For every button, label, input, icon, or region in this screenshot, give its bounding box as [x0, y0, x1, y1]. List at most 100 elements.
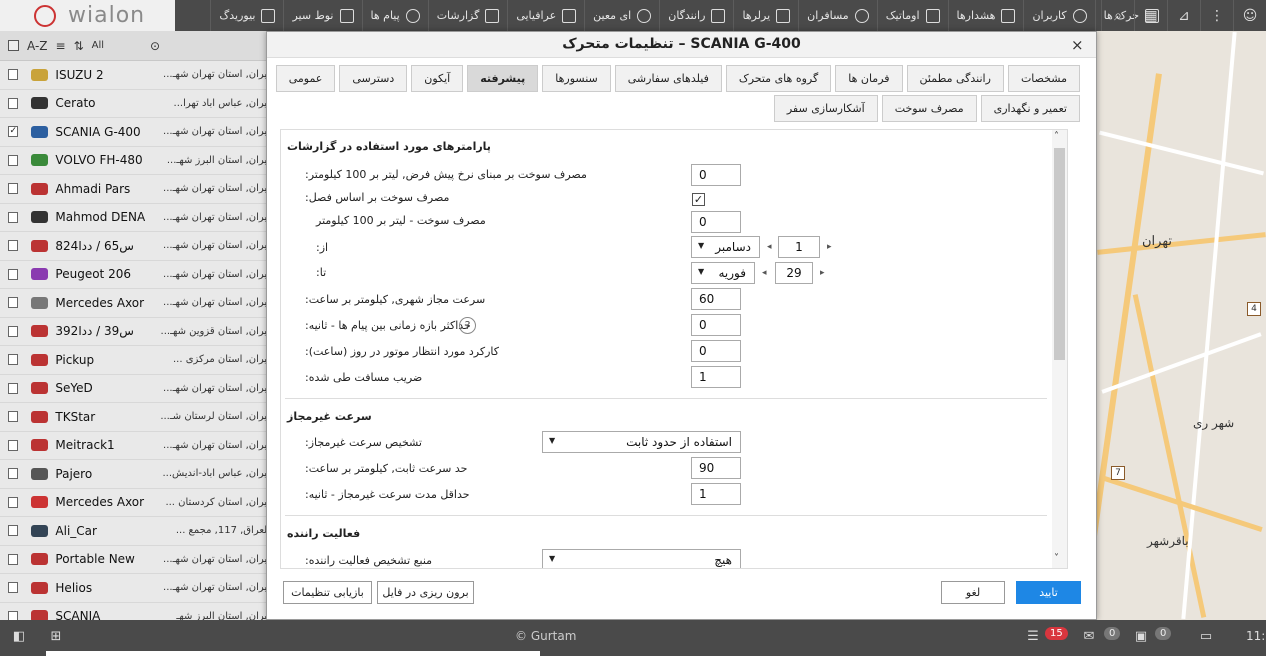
- unit-checkbox[interactable]: [8, 69, 19, 81]
- unit-checkbox[interactable]: [8, 411, 19, 423]
- unit-row[interactable]: ISUZU 2 ایران, استان تهران شهـ...: [0, 61, 270, 90]
- tab-tabs_row1-9[interactable]: عمومی: [275, 65, 336, 92]
- unit-checkbox[interactable]: [8, 97, 19, 109]
- toggle-panel-icon[interactable]: ◧: [8, 626, 30, 646]
- unit-row[interactable]: Mercedes Axor ... ایران, استان کردستان ..…: [0, 489, 270, 517]
- help-icon[interactable]: ?: [459, 317, 476, 334]
- more-vertical-icon[interactable]: ⋮: [1200, 0, 1233, 31]
- tab-tabs_row1-7[interactable]: آیکون: [411, 65, 464, 92]
- next-day-icon[interactable]: ▸: [827, 242, 832, 252]
- search-icon[interactable]: ⌕: [1101, 0, 1134, 31]
- prev-day-icon[interactable]: ◂: [762, 268, 767, 278]
- unit-checkbox[interactable]: [8, 354, 19, 366]
- wialon-logo[interactable]: wialon: [0, 0, 175, 31]
- restore-settings-button[interactable]: بازیابی تنظیمات: [283, 581, 372, 604]
- nav-item[interactable]: بیوریدگ: [210, 0, 283, 31]
- unit-checkbox[interactable]: [8, 211, 19, 223]
- sort-icon[interactable]: ⇅: [74, 39, 84, 53]
- unit-row[interactable]: Mercedes Axor ایران, استان تهران شهـ...: [0, 289, 270, 318]
- unit-checkbox[interactable]: [8, 582, 19, 594]
- unit-checkbox[interactable]: [8, 468, 19, 480]
- nav-item[interactable]: ای معین: [584, 0, 659, 31]
- season-from-month-select[interactable]: ▼ دسامبر: [691, 236, 760, 258]
- all-units-icon[interactable]: All: [92, 40, 104, 51]
- unit-checkbox[interactable]: [8, 382, 19, 394]
- map-view[interactable]: تهران شهر ری باقرشهر 4 7: [1097, 31, 1266, 620]
- nav-item[interactable]: کاربران: [1023, 0, 1094, 31]
- unit-row[interactable]: Pickup ایران, استان مرکزی ...: [0, 346, 270, 375]
- unit-row[interactable]: Portable New ایران, استان تهران شهـ...: [0, 546, 270, 574]
- unit-row[interactable]: Pajero ایران, عباس آباد-اندیش...: [0, 460, 270, 489]
- scroll-thumb[interactable]: [1054, 148, 1065, 360]
- unit-checkbox[interactable]: [8, 610, 19, 620]
- unit-row[interactable]: 824س65 / ددا ایران, استان تهران شهـ...: [0, 232, 270, 261]
- nav-item[interactable]: رانندگان: [659, 0, 733, 31]
- select-all-checkbox[interactable]: [8, 40, 19, 51]
- speeding-detect-select[interactable]: ▼ استفاده از حدود ثابت: [542, 431, 741, 453]
- tab-tabs_row2-2[interactable]: آشکارسازی سفر: [773, 95, 878, 122]
- tab-tabs_row1-3[interactable]: گروه های متحرک: [725, 65, 832, 92]
- urban-speed-input[interactable]: 60: [691, 288, 741, 310]
- messages-icon[interactable]: ✉: [1078, 626, 1100, 646]
- nav-item[interactable]: یرلرها: [733, 0, 798, 31]
- sort-az-icon[interactable]: A-Z: [27, 39, 48, 53]
- min-speeding-duration-input[interactable]: 1: [691, 483, 741, 505]
- unit-row[interactable]: Ahmadi Pars ایران, استان تهران شهـ...: [0, 175, 270, 204]
- ok-button[interactable]: تایید: [1016, 581, 1081, 604]
- next-day-icon[interactable]: ▸: [820, 268, 825, 278]
- unit-checkbox[interactable]: [8, 525, 19, 537]
- fuel-rate-input[interactable]: 0: [691, 164, 741, 186]
- close-icon[interactable]: ×: [1071, 36, 1084, 54]
- export-to-file-button[interactable]: برون ریزی در فایل: [377, 581, 474, 604]
- unit-checkbox[interactable]: [8, 439, 19, 451]
- unit-row[interactable]: 392س39 / ددا ایران, استان قزوین شهـ...: [0, 318, 270, 346]
- unit-checkbox[interactable]: [8, 268, 19, 280]
- unit-checkbox[interactable]: [8, 496, 19, 508]
- driver-activity-source-select[interactable]: ▼ هیچ: [542, 549, 741, 568]
- tab-tabs_row2-0[interactable]: تعمیر و نگهداری: [980, 95, 1080, 122]
- nav-item[interactable]: اوماتیک: [876, 0, 948, 31]
- map-layers-icon[interactable]: ▦: [1134, 0, 1167, 31]
- cancel-button[interactable]: لغو: [941, 581, 1005, 604]
- unit-row[interactable]: ✓ SCANIA G-400 ایران, استان تهران شهـ...: [0, 118, 270, 147]
- advanced-tab-content[interactable]: ˄ ˅ پارامترهای مورد استفاده در گزارشات :…: [280, 129, 1068, 569]
- unit-row[interactable]: VOLVO FH-480 ایران, استان البرز شهـ...: [0, 147, 270, 175]
- nav-item[interactable]: پیام ها: [361, 0, 428, 31]
- mileage-coefficient-input[interactable]: 1: [691, 366, 741, 388]
- unit-row[interactable]: SeYeD ایران, استان تهران شهـ...: [0, 375, 270, 403]
- tab-tabs_row1-0[interactable]: مشخصات: [1007, 65, 1080, 92]
- unit-row[interactable]: Ali_Car العراق, 117, مجمع ...: [0, 517, 270, 546]
- tab-tabs_row1-1[interactable]: رانندگی مطمئن: [906, 65, 1004, 92]
- ruler-icon[interactable]: ⊿: [1167, 0, 1200, 31]
- unit-checkbox[interactable]: [8, 325, 19, 337]
- nav-item[interactable]: نوط سیر: [283, 0, 361, 31]
- engine-hours-input[interactable]: 0: [691, 340, 741, 362]
- speed-limit-input[interactable]: 90: [691, 457, 741, 479]
- nav-item[interactable]: هشدارها: [947, 0, 1024, 31]
- images-icon[interactable]: ▣: [1130, 626, 1152, 646]
- unit-row[interactable]: Cerato ایران, عباس آباد تهرا...: [0, 90, 270, 118]
- unit-row[interactable]: Peugeot 206 ایران, استان تهران شهـ...: [0, 261, 270, 289]
- season-from-day-input[interactable]: 1: [778, 236, 820, 258]
- nav-item[interactable]: عرافیایی: [507, 0, 584, 31]
- prev-day-icon[interactable]: ◂: [767, 242, 772, 252]
- tab-tabs_row1-5[interactable]: سنسورها: [542, 65, 611, 92]
- tab-tabs_row1-8[interactable]: دسترسی: [339, 65, 408, 92]
- tab-tabs_row1-4[interactable]: فیلدهای سفارشی: [614, 65, 722, 92]
- user-account-icon[interactable]: ☺: [1233, 0, 1266, 31]
- tab-tabs_row2-1[interactable]: مصرف سوخت: [881, 95, 977, 122]
- nav-item[interactable]: گزارشات: [427, 0, 508, 31]
- unit-checkbox[interactable]: [8, 553, 19, 565]
- unit-checkbox[interactable]: [8, 240, 19, 252]
- scroll-down-icon[interactable]: ˅: [1054, 553, 1059, 564]
- unit-row[interactable]: Helios ایران, استان تهران شهـ...: [0, 574, 270, 603]
- unit-checkbox[interactable]: [8, 183, 19, 195]
- unit-checkbox[interactable]: [8, 154, 19, 166]
- content-scrollbar[interactable]: ˄ ˅: [1052, 130, 1067, 568]
- unit-row[interactable]: TKStar ایران, استان لرستان شـ...: [0, 403, 270, 432]
- unit-checkbox[interactable]: [8, 297, 19, 309]
- tab-tabs_row1-2[interactable]: فرمان ها: [835, 65, 903, 92]
- scroll-up-icon[interactable]: ˄: [1054, 131, 1059, 142]
- nav-item[interactable]: مسافران: [798, 0, 877, 31]
- location-icon[interactable]: ⊙: [150, 39, 160, 53]
